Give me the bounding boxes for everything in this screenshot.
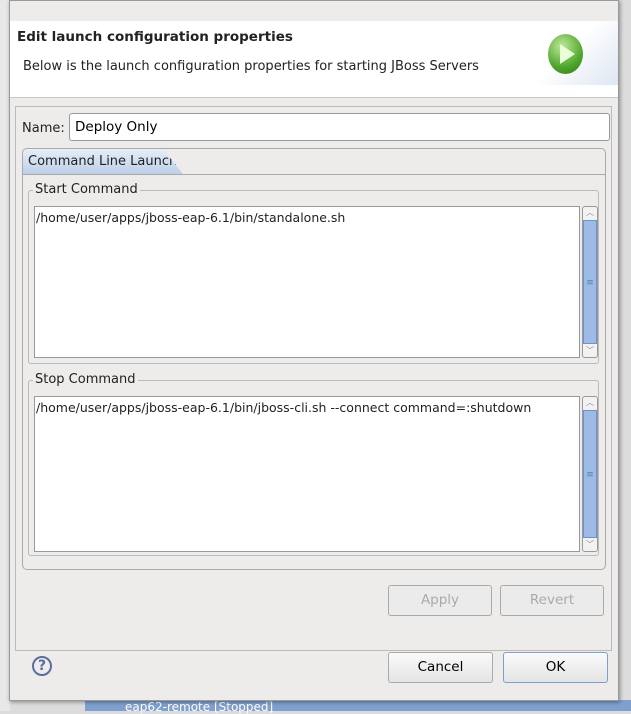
stop-command-textarea[interactable]: /home/user/apps/jboss-eap-6.1/bin/jboss-… bbox=[34, 396, 580, 552]
start-command-group: Start Command /home/user/apps/jboss-eap-… bbox=[28, 182, 599, 364]
scroll-up-icon[interactable]: ︿ bbox=[583, 207, 597, 219]
scroll-thumb[interactable]: ≡ bbox=[583, 220, 597, 344]
tab-folder: Command Line Launch Start Command /home/… bbox=[22, 148, 606, 570]
tab-command-line-launch[interactable]: Command Line Launch bbox=[23, 149, 183, 174]
name-input[interactable] bbox=[69, 113, 610, 141]
play-icon bbox=[548, 34, 583, 74]
scroll-up-icon[interactable]: ︿ bbox=[583, 397, 597, 409]
name-label: Name: bbox=[22, 121, 65, 136]
ok-button[interactable]: OK bbox=[503, 652, 608, 683]
scroll-down-icon[interactable]: ﹀ bbox=[583, 345, 597, 357]
cancel-button[interactable]: Cancel bbox=[388, 652, 493, 683]
dialog-description: Below is the launch configuration proper… bbox=[23, 59, 479, 74]
stop-command-label: Stop Command bbox=[33, 372, 138, 387]
dialog-header: Edit launch configuration properties Bel… bbox=[10, 21, 618, 98]
start-command-textarea[interactable]: /home/user/apps/jboss-eap-6.1/bin/standa… bbox=[34, 206, 580, 358]
apply-button[interactable]: Apply bbox=[388, 585, 492, 616]
start-command-scrollbar[interactable]: ︿ ≡ ﹀ bbox=[582, 206, 598, 358]
edit-launch-config-dialog: Edit launch configuration properties Bel… bbox=[9, 0, 619, 701]
tab-divider bbox=[23, 174, 605, 175]
stop-command-scrollbar[interactable]: ︿ ≡ ﹀ bbox=[582, 396, 598, 552]
background-server-item: eap62-remote [Stopped] bbox=[85, 700, 631, 714]
start-command-label: Start Command bbox=[33, 182, 140, 197]
scroll-down-icon[interactable]: ﹀ bbox=[583, 539, 597, 551]
dialog-title: Edit launch configuration properties bbox=[17, 29, 293, 45]
stop-command-group: Stop Command /home/user/apps/jboss-eap-6… bbox=[28, 372, 599, 556]
header-banner bbox=[538, 21, 618, 85]
help-icon[interactable]: ? bbox=[32, 656, 52, 676]
dialog-body: Name: Command Line Launch Start Command … bbox=[15, 106, 612, 651]
scroll-thumb[interactable]: ≡ bbox=[583, 410, 597, 538]
revert-button[interactable]: Revert bbox=[500, 585, 604, 616]
